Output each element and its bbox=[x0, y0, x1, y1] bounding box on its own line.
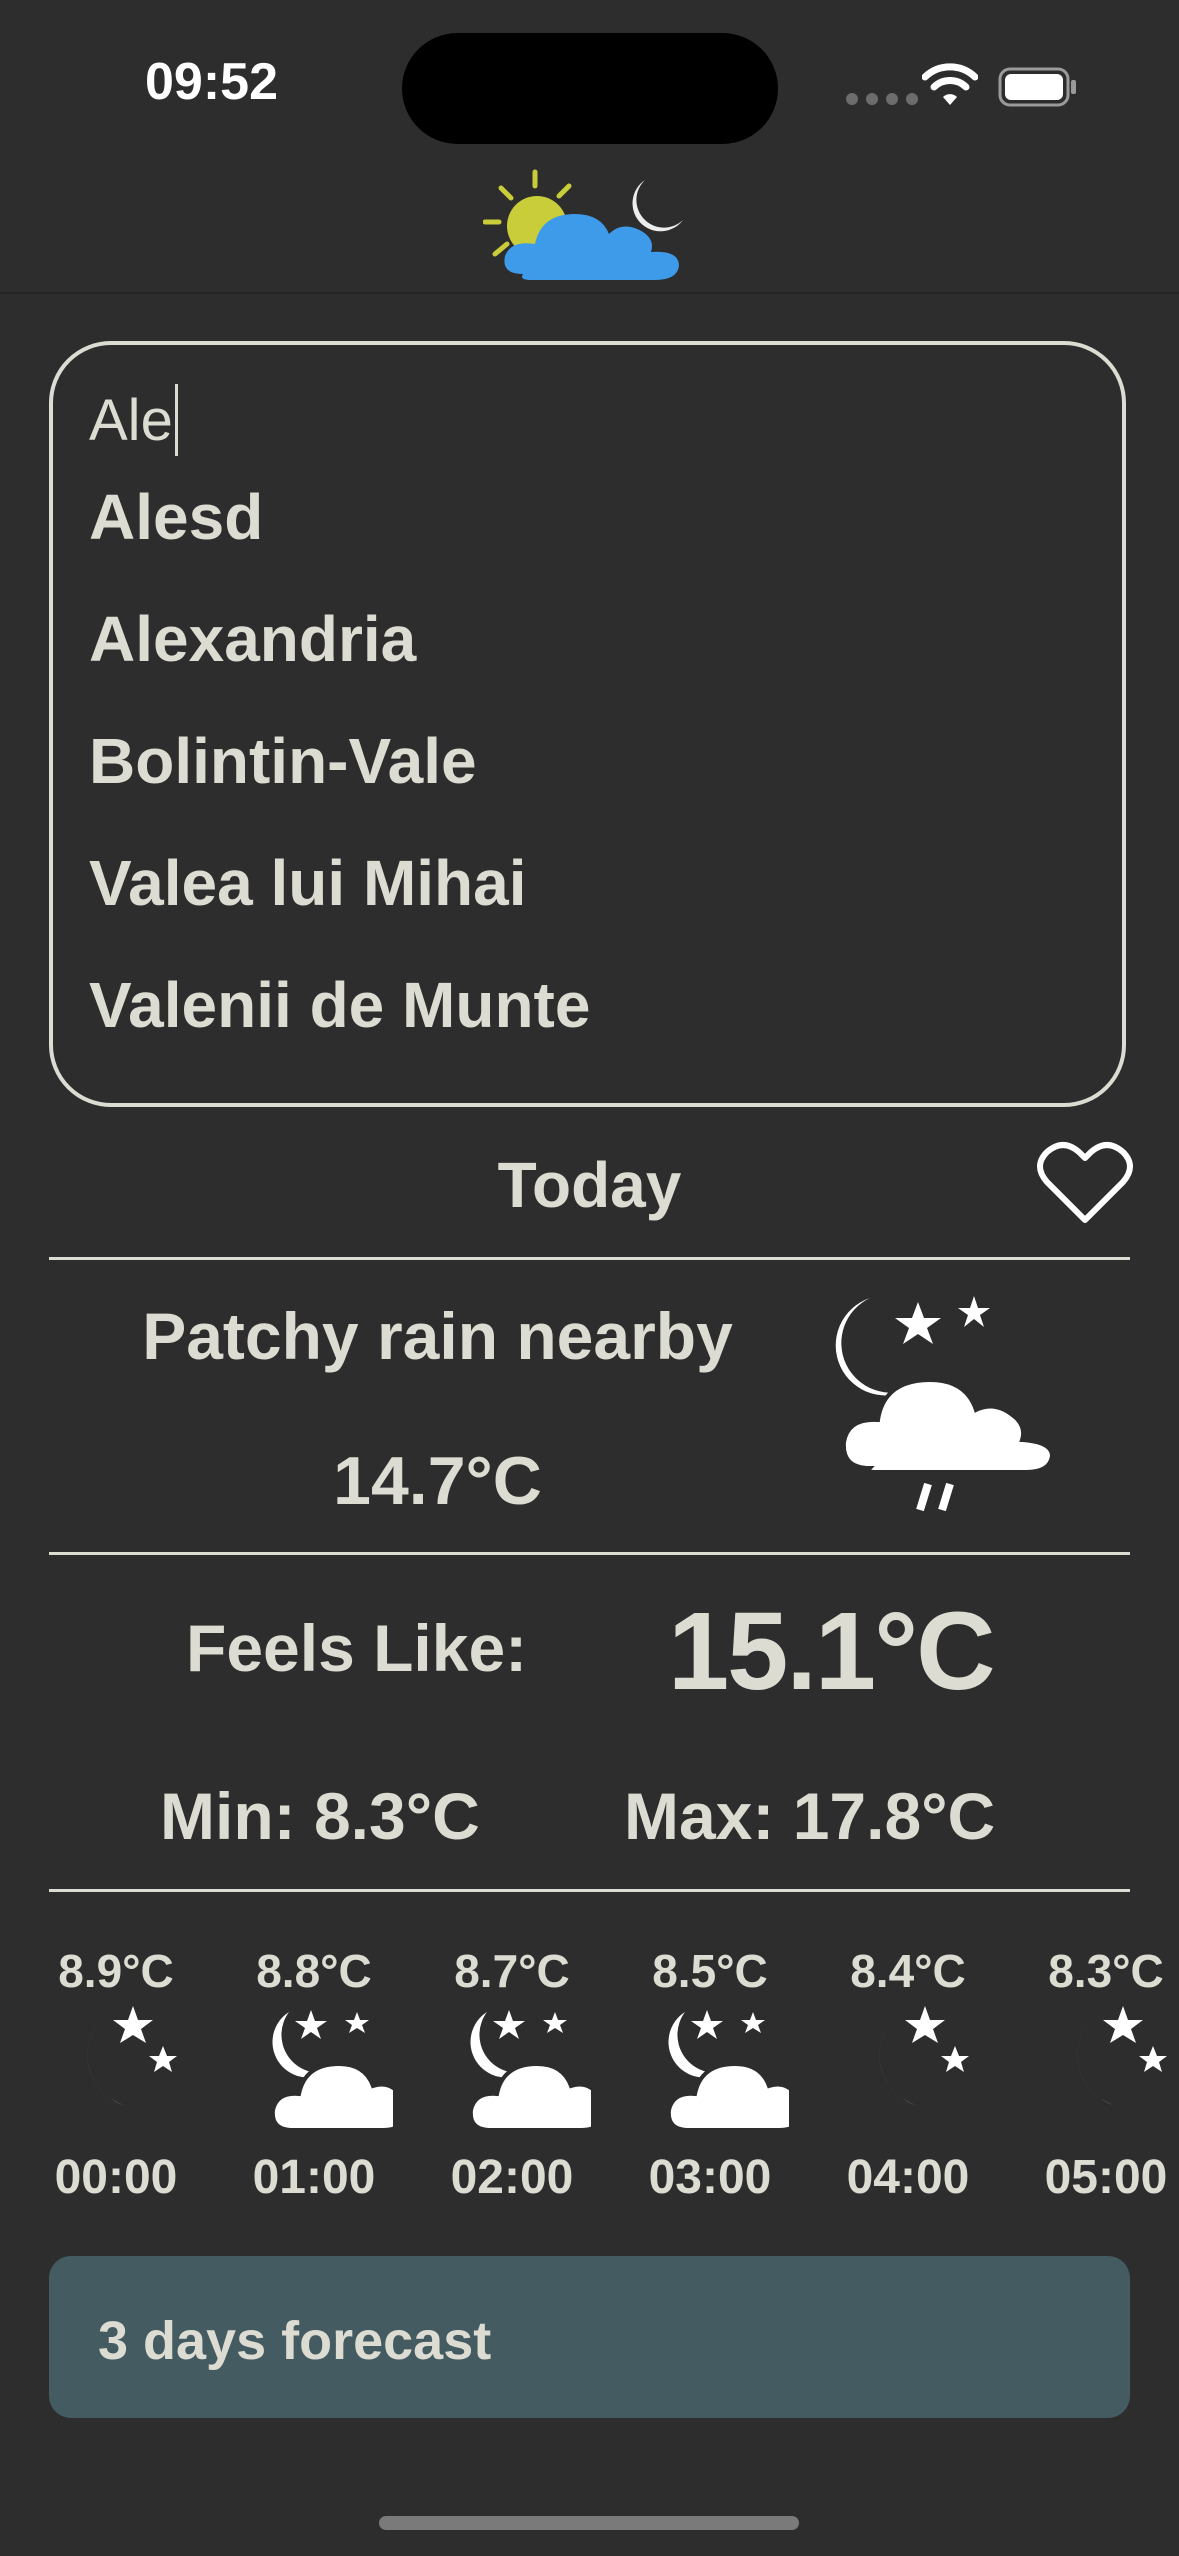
partly-cloudy-night-icon bbox=[270, 2010, 393, 2132]
home-indicator[interactable] bbox=[379, 2516, 799, 2530]
suggestion-item[interactable]: Alexandria bbox=[89, 602, 416, 676]
hour-time: 03:00 bbox=[648, 2151, 772, 2204]
hour-temperature: 8.5°C bbox=[652, 1945, 768, 1997]
max-temperature: Max: 17.8°C bbox=[624, 1779, 996, 1853]
battery-icon bbox=[998, 67, 1076, 107]
suggestion-item[interactable]: Valenii de Munte bbox=[89, 968, 590, 1042]
search-input-text: Ale bbox=[89, 387, 173, 453]
section-divider bbox=[49, 1889, 1130, 1892]
wifi-icon bbox=[922, 63, 978, 105]
favorite-heart-icon[interactable] bbox=[1037, 1140, 1133, 1226]
section-divider bbox=[49, 1257, 1130, 1260]
city-search-input[interactable]: Ale bbox=[89, 384, 178, 456]
text-caret bbox=[174, 384, 178, 456]
hour-time: 01:00 bbox=[252, 2151, 376, 2204]
hour-temperature: 8.3°C bbox=[1048, 1945, 1164, 1997]
night-patchy-rain-icon bbox=[835, 1296, 1055, 1512]
status-time: 09:52 bbox=[145, 53, 278, 111]
header-divider bbox=[0, 292, 1179, 294]
feels-like-label: Feels Like: bbox=[186, 1611, 528, 1685]
feels-like-value: 15.1°C bbox=[668, 1590, 996, 1713]
hour-time: 04:00 bbox=[846, 2151, 970, 2204]
hour-temperature: 8.7°C bbox=[454, 1945, 570, 1997]
hour-temperature: 8.8°C bbox=[256, 1945, 372, 1997]
today-title: Today bbox=[497, 1149, 682, 1221]
hour-time: 05:00 bbox=[1044, 2151, 1168, 2204]
hour-time: 00:00 bbox=[54, 2151, 178, 2204]
min-temperature: Min: 8.3°C bbox=[160, 1779, 480, 1853]
app-logo-icon bbox=[483, 169, 683, 280]
clear-night-icon bbox=[1077, 2006, 1167, 2108]
partly-cloudy-night-icon bbox=[468, 2010, 591, 2132]
section-divider bbox=[49, 1552, 1130, 1555]
clear-night-icon bbox=[879, 2006, 969, 2108]
suggestion-item[interactable]: Valea lui Mihai bbox=[89, 846, 527, 920]
condition-text: Patchy rain nearby bbox=[142, 1299, 733, 1373]
current-temperature: 14.7°C bbox=[333, 1443, 542, 1519]
suggestion-item[interactable]: Alesd bbox=[89, 480, 263, 554]
clear-night-icon bbox=[87, 2006, 177, 2108]
dynamic-island bbox=[402, 33, 778, 144]
forecast-button-label: 3 days forecast bbox=[98, 2311, 492, 2371]
partly-cloudy-night-icon bbox=[666, 2010, 789, 2132]
hour-temperature: 8.9°C bbox=[58, 1945, 174, 1997]
hour-time: 02:00 bbox=[450, 2151, 574, 2204]
suggestion-item[interactable]: Bolintin-Vale bbox=[89, 724, 477, 798]
hour-temperature: 8.4°C bbox=[850, 1945, 966, 1997]
